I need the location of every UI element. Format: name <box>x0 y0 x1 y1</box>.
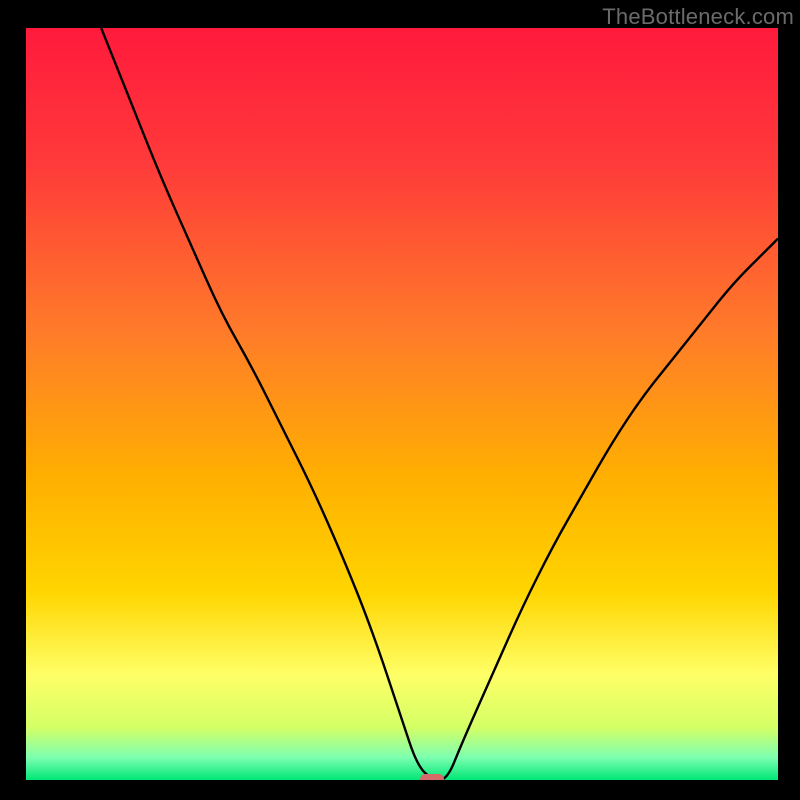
chart-svg <box>26 28 778 780</box>
watermark-text: TheBottleneck.com <box>602 4 794 30</box>
gradient-background <box>26 28 778 780</box>
minimum-marker <box>420 774 444 780</box>
chart-frame: TheBottleneck.com <box>0 0 800 800</box>
plot-area <box>26 28 778 780</box>
